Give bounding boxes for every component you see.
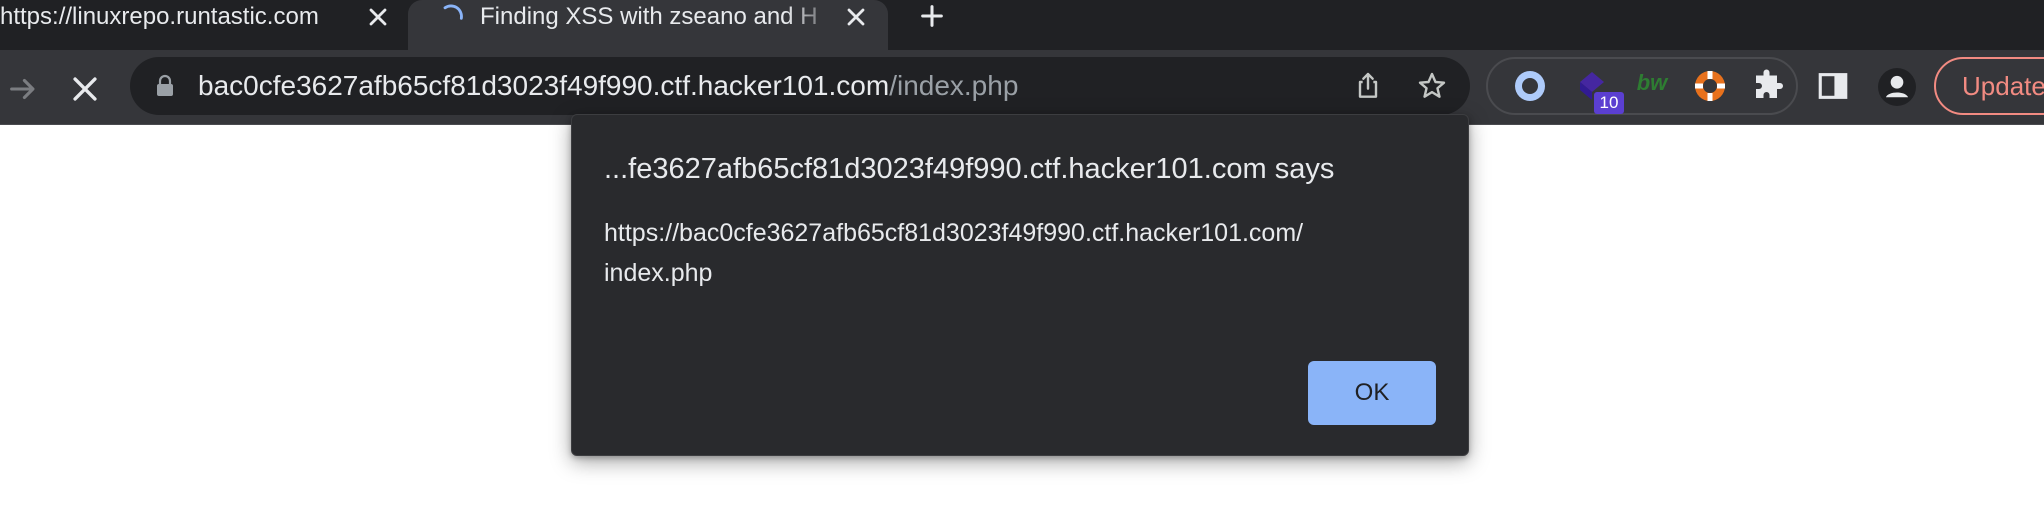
new-tab-icon[interactable] bbox=[918, 2, 946, 30]
update-button[interactable]: Update bbox=[1934, 57, 2044, 115]
tab-title: https://linuxrepo.runtastic.com bbox=[0, 3, 319, 30]
bw-extension-text: bw bbox=[1636, 70, 1668, 95]
url-path: /index.php bbox=[889, 70, 1019, 101]
profile-avatar-icon[interactable] bbox=[1878, 68, 1916, 106]
bookmark-star-icon[interactable] bbox=[1416, 70, 1448, 102]
url-text[interactable]: bac0cfe3627afb65cf81d3023f49f990.ctf.hac… bbox=[198, 70, 1018, 102]
lifebuoy-extension-icon[interactable] bbox=[1692, 68, 1728, 104]
lock-icon[interactable] bbox=[154, 74, 176, 98]
ring-extension-icon[interactable] bbox=[1512, 68, 1548, 104]
alert-dialog: ...fe3627afb65cf81d3023f49f990.ctf.hacke… bbox=[571, 114, 1469, 456]
bw-extension-icon[interactable]: bw bbox=[1634, 68, 1670, 104]
tab-title: Finding XSS with zseano and H bbox=[480, 3, 818, 30]
forward-arrow-icon[interactable] bbox=[6, 72, 40, 106]
ok-button[interactable]: OK bbox=[1308, 361, 1436, 425]
dialog-message: https://bac0cfe3627afb65cf81d3023f49f990… bbox=[604, 219, 1304, 287]
extension-badge: 10 bbox=[1594, 92, 1624, 114]
close-tab-icon[interactable] bbox=[842, 3, 870, 31]
close-tab-icon[interactable] bbox=[364, 3, 392, 31]
tab-linuxrepo[interactable]: https://linuxrepo.runtastic.com bbox=[0, 0, 405, 50]
stop-loading-icon[interactable] bbox=[68, 72, 102, 106]
tab-finding-xss[interactable]: Finding XSS with zseano and H bbox=[408, 0, 888, 50]
url-host: bac0cfe3627afb65cf81d3023f49f990.ctf.hac… bbox=[198, 70, 890, 101]
share-icon[interactable] bbox=[1352, 70, 1384, 102]
loading-spinner-icon bbox=[443, 4, 463, 20]
tab-strip: https://linuxrepo.runtastic.com Finding … bbox=[0, 0, 2044, 50]
side-panel-icon[interactable] bbox=[1816, 69, 1850, 103]
extensions-group: 10 bw bbox=[1486, 57, 1798, 115]
address-bar[interactable]: bac0cfe3627afb65cf81d3023f49f990.ctf.hac… bbox=[130, 57, 1470, 115]
puzzle-extensions-icon[interactable] bbox=[1750, 68, 1786, 104]
dialog-title: ...fe3627afb65cf81d3023f49f990.ctf.hacke… bbox=[604, 153, 1335, 185]
